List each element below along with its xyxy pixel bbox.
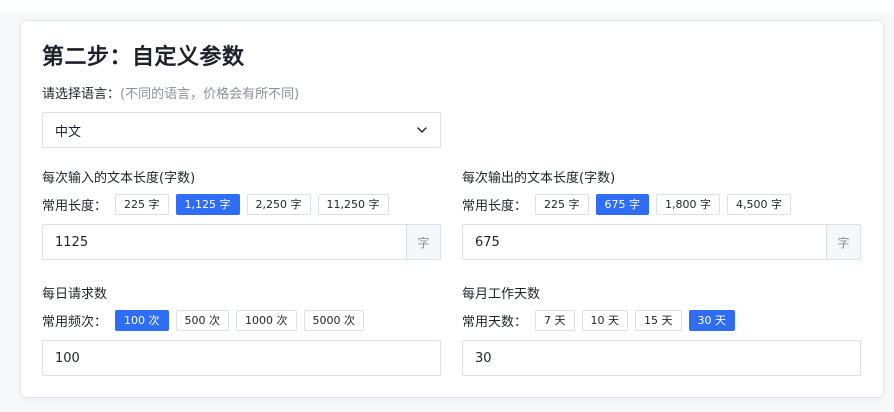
input-length-preset-prefix: 常用长度：	[42, 198, 108, 214]
input-length-preset-2250[interactable]: 2,250 字	[246, 193, 311, 215]
language-select[interactable]: 中文	[42, 112, 441, 148]
output-length-preset-1800[interactable]: 1,800 字	[656, 193, 721, 215]
input-length-presets: 常用长度： 225 字 1,125 字 2,250 字 11,250 字	[42, 193, 396, 215]
monthly-days-preset-7[interactable]: 7 天	[535, 309, 575, 331]
daily-requests-preset-5000[interactable]: 5000 次	[303, 309, 365, 331]
output-length-preset-4500[interactable]: 4,500 字	[727, 193, 792, 215]
daily-requests-preset-prefix: 常用频次：	[42, 314, 108, 330]
output-length-preset-675[interactable]: 675 字	[595, 193, 650, 215]
output-length-label: 每次输出的文本长度(字数)	[462, 171, 616, 186]
daily-requests-preset-100[interactable]: 100 次	[115, 309, 169, 331]
input-length-field-wrapper: 字	[42, 224, 441, 260]
language-label-text: 请选择语言：	[42, 87, 121, 102]
params-card: 第二步：自定义参数 请选择语言：(不同的语言，价格会有所不同) 中文 每次输入的…	[20, 20, 884, 398]
input-length-label: 每次输入的文本长度(字数)	[42, 171, 196, 186]
chevron-down-icon	[417, 127, 427, 133]
language-label: 请选择语言：(不同的语言，价格会有所不同)	[42, 83, 299, 102]
monthly-days-preset-15[interactable]: 15 天	[635, 309, 682, 331]
output-length-unit: 字	[826, 225, 860, 259]
output-length-preset-prefix: 常用长度：	[462, 198, 528, 214]
input-length-preset-225[interactable]: 225 字	[115, 193, 169, 215]
input-length-unit: 字	[406, 225, 440, 259]
language-selected-value: 中文	[55, 124, 82, 140]
page-title: 第二步：自定义参数	[42, 45, 245, 70]
monthly-days-label: 每月工作天数	[462, 287, 541, 302]
top-strip	[0, 0, 894, 12]
monthly-days-field-wrapper	[462, 340, 861, 376]
monthly-days-preset-30[interactable]: 30 天	[688, 309, 736, 331]
language-hint: (不同的语言，价格会有所不同)	[120, 87, 300, 102]
output-length-field-wrapper: 字	[462, 224, 861, 260]
daily-requests-field-wrapper	[42, 340, 441, 376]
monthly-days-preset-prefix: 常用天数：	[462, 314, 528, 330]
daily-requests-presets: 常用频次： 100 次 500 次 1000 次 5000 次	[42, 309, 371, 331]
daily-requests-field[interactable]	[43, 341, 440, 375]
output-length-presets: 常用长度： 225 字 675 字 1,800 字 4,500 字	[462, 193, 798, 215]
monthly-days-field[interactable]	[463, 341, 860, 375]
daily-requests-preset-500[interactable]: 500 次	[175, 309, 230, 331]
daily-requests-label: 每日请求数	[42, 287, 108, 302]
output-length-preset-225[interactable]: 225 字	[535, 193, 589, 215]
input-length-field[interactable]	[43, 225, 406, 259]
input-length-preset-11250[interactable]: 11,250 字	[317, 193, 389, 215]
output-length-field[interactable]	[463, 225, 826, 259]
monthly-days-presets: 常用天数： 7 天 10 天 15 天 30 天	[462, 309, 742, 331]
input-length-preset-1125[interactable]: 1,125 字	[175, 193, 240, 215]
monthly-days-preset-10[interactable]: 10 天	[581, 309, 629, 331]
daily-requests-preset-1000[interactable]: 1000 次	[236, 309, 297, 331]
